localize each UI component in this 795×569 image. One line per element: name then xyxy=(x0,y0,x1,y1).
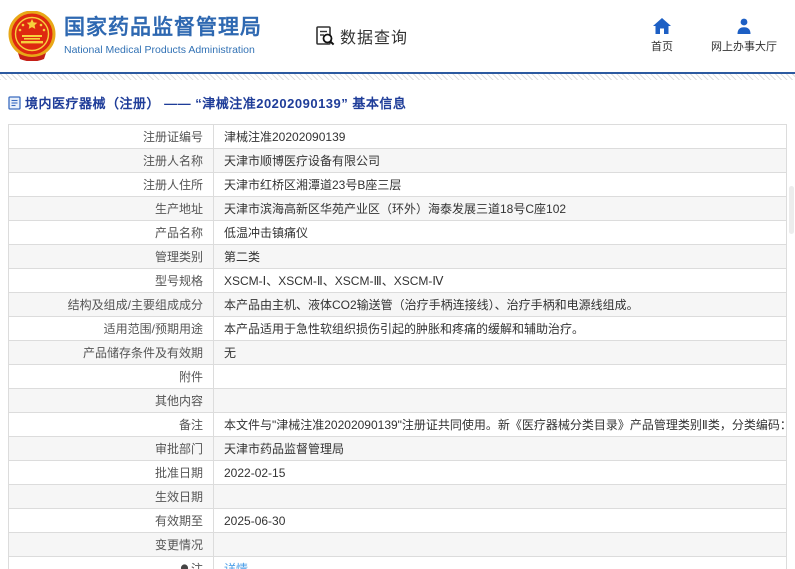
table-row: 型号规格 XSCM-Ⅰ、XSCM-Ⅱ、XSCM-Ⅲ、XSCM-Ⅳ xyxy=(8,268,787,293)
table-row: 其他内容 xyxy=(8,388,787,413)
row-label: 批准日期 xyxy=(8,460,214,485)
breadcrumb: 境内医疗器械（注册） —— “津械注准20202090139” 基本信息 xyxy=(8,93,795,112)
row-label-note: 注 xyxy=(8,556,214,569)
row-value xyxy=(213,484,787,509)
table-row: 变更情况 xyxy=(8,532,787,557)
site-titles: 国家药品监督管理局 National Medical Products Admi… xyxy=(64,15,262,57)
table-row: 结构及组成/主要组成成分 本产品由主机、液体CO2输送管（治疗手柄连接线）、治疗手… xyxy=(8,292,787,317)
site-logo[interactable]: 国家药品监督管理局 National Medical Products Admi… xyxy=(8,11,262,61)
row-label: 变更情况 xyxy=(8,532,214,557)
registration-info-table: 注册证编号 津械注准20202090139 注册人名称 天津市顺博医疗设备有限公司 … xyxy=(8,124,787,569)
detail-link[interactable]: 详情 xyxy=(224,562,248,569)
row-label: 型号规格 xyxy=(8,268,214,293)
site-header: 国家药品监督管理局 National Medical Products Admi… xyxy=(0,0,795,72)
nav-service-hall[interactable]: 网上办事大厅 xyxy=(711,18,777,54)
table-row: 注册证编号 津械注准20202090139 xyxy=(8,124,787,149)
document-search-icon xyxy=(316,26,335,46)
row-value: 第二类 xyxy=(213,244,787,269)
row-label: 生产地址 xyxy=(8,196,214,221)
row-value: 天津市顺博医疗设备有限公司 xyxy=(213,148,787,173)
table-row: 产品名称 低温冲击镇痛仪 xyxy=(8,220,787,245)
table-row: 管理类别 第二类 xyxy=(8,244,787,269)
row-value: 本文件与"津械注准20202090139"注册证共同使用。新《医疗器械分类目录》… xyxy=(213,412,787,437)
hatch-texture-strip xyxy=(0,74,795,80)
table-row: 附件 xyxy=(8,364,787,389)
row-value: 无 xyxy=(213,340,787,365)
data-query-nav[interactable]: 数据查询 xyxy=(314,24,408,48)
table-row: 适用范围/预期用途 本产品适用于急性软组织损伤引起的肿胀和疼痛的缓解和辅助治疗。 xyxy=(8,316,787,341)
breadcrumb-text: 境内医疗器械（注册） —— “津械注准20202090139” 基本信息 xyxy=(25,96,407,111)
data-query-label: 数据查询 xyxy=(340,30,409,47)
table-row: 有效期至 2025-06-30 xyxy=(8,508,787,533)
table-row: 批准日期 2022-02-15 xyxy=(8,460,787,485)
row-label: 其他内容 xyxy=(8,388,214,413)
row-value: 低温冲击镇痛仪 xyxy=(213,220,787,245)
row-label: 产品名称 xyxy=(8,220,214,245)
row-value xyxy=(213,364,787,389)
row-value: 天津市药品监督管理局 xyxy=(213,436,787,461)
document-icon xyxy=(8,95,21,110)
row-value: 2022-02-15 xyxy=(213,460,787,485)
row-label: 结构及组成/主要组成成分 xyxy=(8,292,214,317)
row-label: 审批部门 xyxy=(8,436,214,461)
row-value-note: 详情 xyxy=(213,556,787,569)
row-label: 备注 xyxy=(8,412,214,437)
nav-home[interactable]: 首页 xyxy=(647,18,677,54)
comment-icon xyxy=(180,563,189,569)
row-label: 附件 xyxy=(8,364,214,389)
site-title-en: National Medical Products Administration xyxy=(64,44,255,56)
table-row: 审批部门 天津市药品监督管理局 xyxy=(8,436,787,461)
row-value: 天津市红桥区湘潭道23号B座三层 xyxy=(213,172,787,197)
row-value: 2025-06-30 xyxy=(213,508,787,533)
person-icon xyxy=(737,18,751,34)
table-row: 备注 本文件与"津械注准20202090139"注册证共同使用。新《医疗器械分类目… xyxy=(8,412,787,437)
home-icon xyxy=(653,18,671,34)
scrollbar-thumb[interactable] xyxy=(789,186,794,234)
national-emblem-icon xyxy=(8,11,56,61)
row-value xyxy=(213,388,787,413)
row-label: 注 xyxy=(190,562,203,569)
header-nav: 首页 网上办事大厅 xyxy=(647,18,785,54)
row-label: 生效日期 xyxy=(8,484,214,509)
row-value: 天津市滨海高新区华苑产业区（环外）海泰发展三道18号C座102 xyxy=(213,196,787,221)
table-row: 注册人名称 天津市顺博医疗设备有限公司 xyxy=(8,148,787,173)
row-label: 注册证编号 xyxy=(8,124,214,149)
row-label: 适用范围/预期用途 xyxy=(8,316,214,341)
table-row: 注册人住所 天津市红桥区湘潭道23号B座三层 xyxy=(8,172,787,197)
row-value xyxy=(213,532,787,557)
row-value: XSCM-Ⅰ、XSCM-Ⅱ、XSCM-Ⅲ、XSCM-Ⅳ xyxy=(213,268,787,293)
row-label: 有效期至 xyxy=(8,508,214,533)
row-label: 注册人名称 xyxy=(8,148,214,173)
row-value: 本产品适用于急性软组织损伤引起的肿胀和疼痛的缓解和辅助治疗。 xyxy=(213,316,787,341)
table-row: 产品储存条件及有效期无 xyxy=(8,340,787,365)
nav-home-label: 首页 xyxy=(651,41,673,53)
nav-service-hall-label: 网上办事大厅 xyxy=(711,41,777,53)
row-label: 产品储存条件及有效期 xyxy=(8,340,214,365)
table-row: 生效日期 xyxy=(8,484,787,509)
row-value: 本产品由主机、液体CO2输送管（治疗手柄连接线）、治疗手柄和电源线组成。 xyxy=(213,292,787,317)
table-row: 注 详情 xyxy=(8,556,787,569)
row-value: 津械注准20202090139 xyxy=(213,124,787,149)
site-title-cn: 国家药品监督管理局 xyxy=(64,16,262,39)
row-label: 管理类别 xyxy=(8,244,214,269)
row-label: 注册人住所 xyxy=(8,172,214,197)
table-row: 生产地址 天津市滨海高新区华苑产业区（环外）海泰发展三道18号C座102 xyxy=(8,196,787,221)
